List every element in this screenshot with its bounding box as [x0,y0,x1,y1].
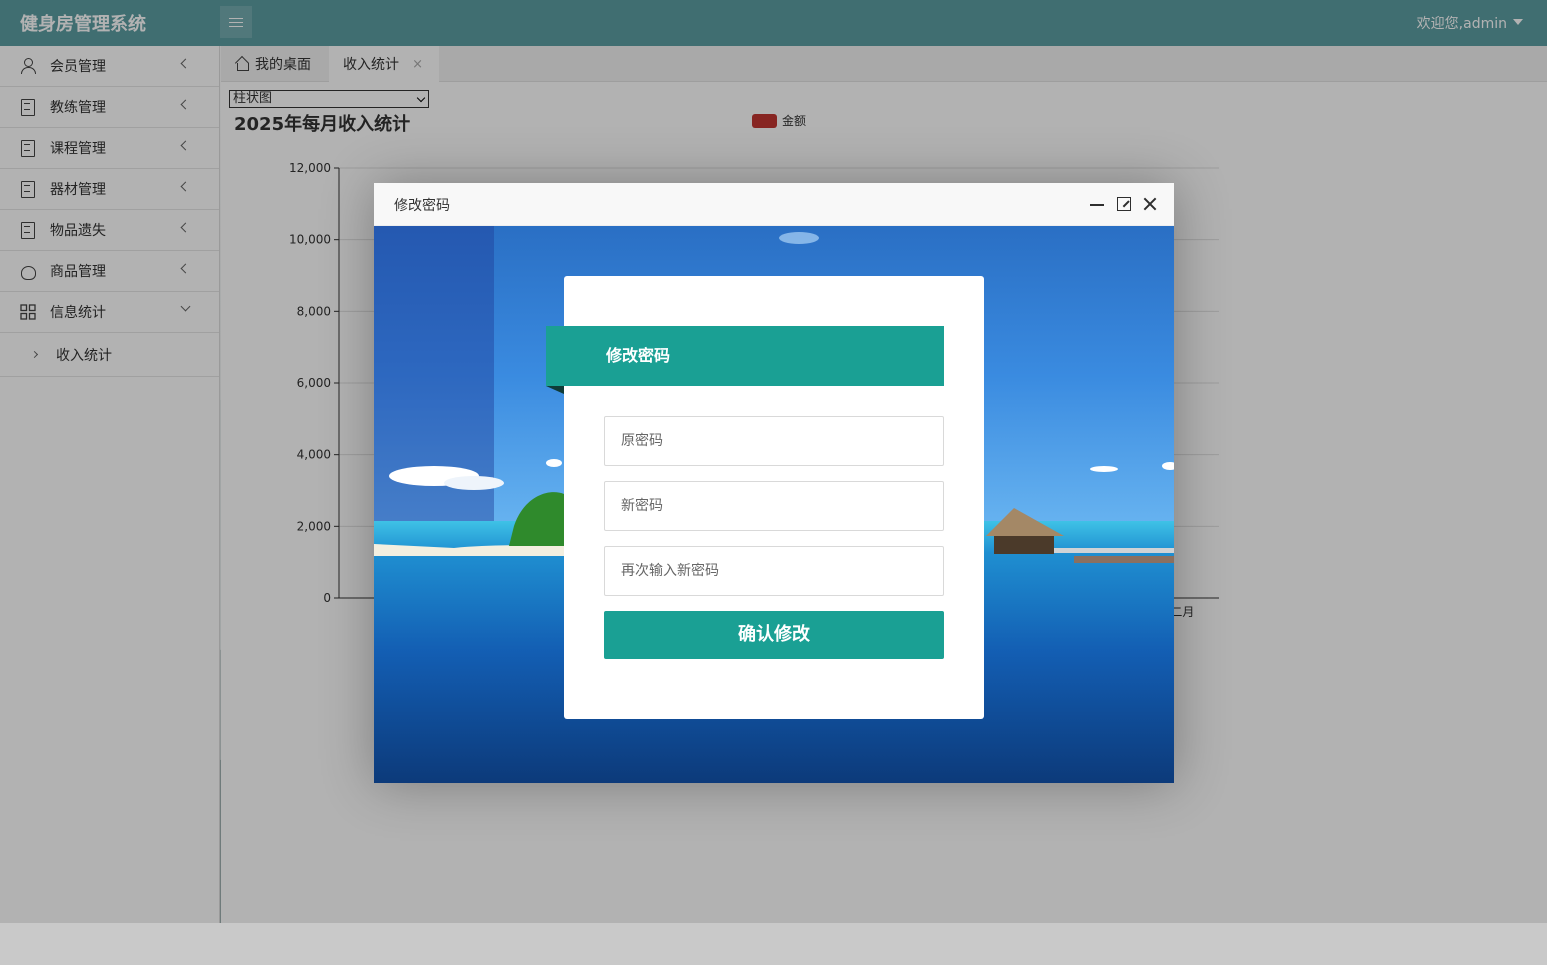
modal-body: 修改密码 原密码 新密码 再次输入新密码 确认修改 [374,226,1174,783]
modal-header: 修改密码 [374,183,1174,226]
footer-bar [0,923,1547,965]
ribbon-fold [546,386,564,394]
new-password-input[interactable]: 新密码 [604,481,944,531]
close-icon[interactable] [1143,197,1157,211]
change-password-modal: 修改密码 修改密码 原密码 新密码 再次输入新密码 确认修改 [374,183,1174,783]
confirm-change-button[interactable]: 确认修改 [604,611,944,659]
modal-title: 修改密码 [394,198,450,214]
form-header-ribbon: 修改密码 [546,326,944,386]
minimize-icon[interactable] [1090,197,1104,211]
maximize-icon[interactable] [1117,197,1131,211]
confirm-password-input[interactable]: 再次输入新密码 [604,546,944,596]
password-form-card: 修改密码 原密码 新密码 再次输入新密码 确认修改 [546,276,984,719]
old-password-input[interactable]: 原密码 [604,416,944,466]
